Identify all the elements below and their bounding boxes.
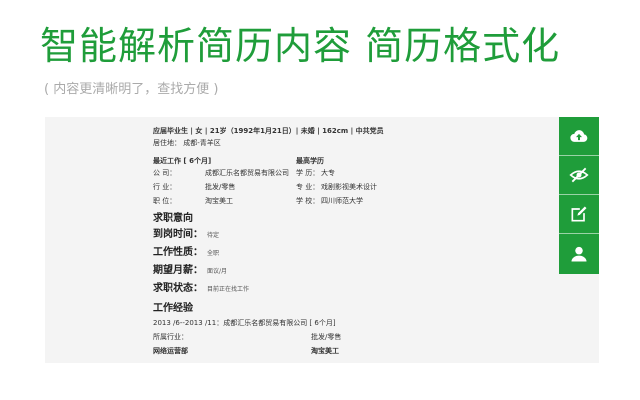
field-value: 淘宝美工 [205, 197, 233, 205]
upload-button[interactable] [559, 117, 599, 156]
experience-period: 2013 /6--2013 /11：成都汇乐名都贸易有限公司 [ 6个月] [153, 319, 336, 327]
experience-industry-row: 所属行业： 批发/零售 [153, 330, 553, 344]
field-label: 专 业： [296, 183, 320, 191]
field-value: 戏剧影视美术设计 [321, 183, 377, 191]
intention-value: 目前正在找工作 [207, 286, 250, 293]
field-value: 成都汇乐名都贸易有限公司 [205, 169, 289, 177]
page-headline: 智能解析简历内容 简历格式化 [40, 24, 561, 68]
intention-label: 期望月薪： [153, 265, 203, 276]
recent-job-section: 最近工作 [ 6个月] 公 司： 成都汇乐名都贸易有限公司 行 业： 批发/零售… [153, 156, 296, 208]
eye-off-icon [569, 167, 589, 183]
cloud-upload-icon [570, 130, 588, 142]
intention-value: 全职 [207, 250, 220, 257]
education-section: 最高学历 学 历： 大专 专 业： 戏剧影视美术设计 学 校： 四川师范大学 [296, 156, 496, 208]
hide-button[interactable] [559, 156, 599, 195]
resume-residence: 居住地： 成都-青羊区 [153, 139, 221, 147]
field-label: 学 历： [296, 169, 320, 177]
education-school: 学 校： 四川师范大学 [296, 194, 496, 208]
experience-role-row: 网络运营部 淘宝美工 [153, 344, 553, 358]
intention-label: 到岗时间： [153, 229, 203, 240]
experience-section: 2013 /6--2013 /11：成都汇乐名都贸易有限公司 [ 6个月] 所属… [153, 316, 553, 358]
intention-value: 面议/月 [207, 268, 228, 275]
intention-value: 待定 [207, 232, 220, 239]
education-degree: 学 历： 大专 [296, 166, 496, 180]
resume-overview: 最近工作 [ 6个月] 公 司： 成都汇乐名都贸易有限公司 行 业： 批发/零售… [153, 156, 553, 208]
experience-position: 淘宝美工 [311, 347, 339, 355]
intention-label: 工作性质： [153, 247, 203, 258]
experience-industry-value: 批发/零售 [311, 333, 342, 341]
resume-content: 应届毕业生 | 女 | 21岁（1992年1月21日）| 未婚 | 162cm … [153, 126, 553, 358]
recent-job-heading: 最近工作 [ 6个月] [153, 157, 212, 165]
experience-heading: 工作经验 [153, 303, 193, 314]
field-label: 公 司： [153, 169, 177, 177]
edit-icon [571, 206, 587, 222]
field-value: 四川师范大学 [321, 197, 363, 205]
field-label: 学 校： [296, 197, 320, 205]
recent-job-position: 职 位： 淘宝美工 [153, 194, 296, 208]
intention-section: 到岗时间： 待定 工作性质： 全职 期望月薪： 面议/月 求职状态： 目前正在找… [153, 226, 553, 298]
intention-item: 到岗时间： 待定 [153, 226, 553, 244]
intention-heading: 求职意向 [153, 213, 193, 224]
intention-item: 期望月薪： 面议/月 [153, 262, 553, 280]
resume-panel: 应届毕业生 | 女 | 21岁（1992年1月21日）| 未婚 | 162cm … [45, 117, 599, 363]
field-value: 批发/零售 [205, 183, 236, 191]
field-value: 大专 [321, 169, 335, 177]
recent-job-industry: 行 业： 批发/零售 [153, 180, 296, 194]
edit-button[interactable] [559, 195, 599, 234]
intention-item: 求职状态： 目前正在找工作 [153, 280, 553, 298]
profile-button[interactable] [559, 234, 599, 273]
page-subtitle: ( 内容更清晰明了，查找方便 ) [44, 82, 219, 97]
intention-item: 工作性质： 全职 [153, 244, 553, 262]
action-sidebar [559, 117, 599, 274]
education-major: 专 业： 戏剧影视美术设计 [296, 180, 496, 194]
recent-job-company: 公 司： 成都汇乐名都贸易有限公司 [153, 166, 296, 180]
experience-department: 网络运营部 [153, 347, 188, 355]
user-icon [571, 246, 587, 261]
intention-label: 求职状态： [153, 283, 203, 294]
field-label: 职 位： [153, 197, 177, 205]
resume-summary: 应届毕业生 | 女 | 21岁（1992年1月21日）| 未婚 | 162cm … [153, 127, 384, 135]
education-heading: 最高学历 [296, 157, 324, 165]
experience-industry-label: 所属行业： [153, 333, 188, 341]
field-label: 行 业： [153, 183, 177, 191]
